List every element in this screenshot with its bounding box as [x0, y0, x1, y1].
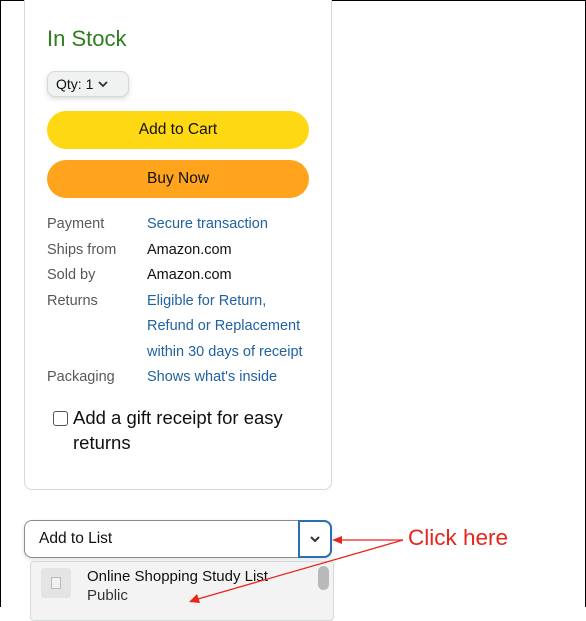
- stock-status: In Stock: [47, 26, 127, 51]
- quantity-dropdown[interactable]: Qty: 1: [47, 71, 129, 97]
- gift-receipt-label: Add a gift receipt for easy: [73, 407, 283, 428]
- gift-receipt-label-cont: returns: [73, 432, 131, 453]
- dropdown-scrollbar[interactable]: [318, 566, 329, 590]
- buy-now-button[interactable]: Buy Now: [47, 160, 309, 198]
- chevron-down-icon: [98, 81, 109, 88]
- gift-receipt-checkbox[interactable]: [53, 411, 68, 426]
- list-option-name[interactable]: Online Shopping Study List: [87, 568, 268, 585]
- add-to-list-dropdown-toggle[interactable]: [298, 520, 332, 558]
- returns-link[interactable]: Refund or Replacement: [147, 318, 300, 334]
- detail-key: Packaging: [47, 369, 115, 385]
- detail-key: Returns: [47, 292, 98, 309]
- packaging-link[interactable]: Shows what's inside: [147, 369, 277, 385]
- quantity-value: 1: [85, 76, 94, 92]
- returns-link[interactable]: within 30 days of receipt: [147, 344, 303, 360]
- click-here-annotation: Click here: [408, 525, 509, 550]
- returns-link[interactable]: Eligible for Return,: [147, 293, 266, 309]
- detail-key: Sold by: [47, 267, 96, 283]
- add-to-list-label: Add to List: [39, 530, 113, 547]
- list-option-privacy: Public: [87, 587, 128, 604]
- list-thumbnail-icon: [41, 568, 71, 598]
- detail-key: Ships from: [47, 241, 117, 258]
- list-dropdown-menu: Online Shopping Study List Public: [30, 561, 334, 621]
- detail-value: Amazon.com: [147, 267, 232, 283]
- quantity-label: Qty:: [56, 76, 82, 92]
- detail-value: Amazon.com: [147, 241, 232, 258]
- add-to-list-button[interactable]: Add to List: [24, 520, 332, 558]
- detail-key: Payment: [47, 216, 105, 232]
- add-to-cart-button[interactable]: Add to Cart: [47, 111, 309, 149]
- secure-transaction-link[interactable]: Secure transaction: [147, 216, 268, 232]
- chevron-down-icon: [310, 536, 320, 543]
